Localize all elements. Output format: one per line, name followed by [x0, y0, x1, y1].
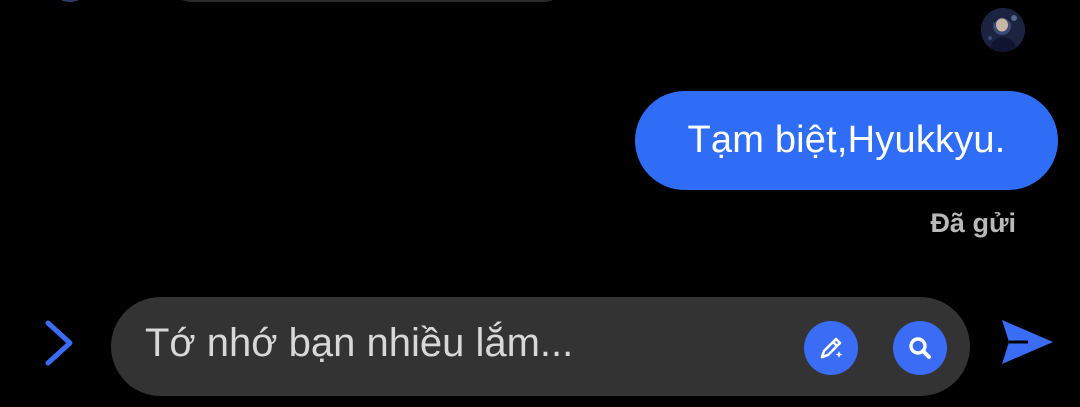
chevron-right-icon: [45, 320, 73, 366]
send-button[interactable]: [998, 314, 1056, 370]
previous-contact-avatar-edge: [58, 0, 82, 2]
previous-incoming-bubble-edge: [170, 0, 565, 2]
message-status: Đã gửi: [930, 208, 1016, 238]
outgoing-message-text: Tạm biệt,Hyukkyu.: [687, 119, 1006, 161]
avatar[interactable]: [981, 8, 1025, 52]
outgoing-message-bubble[interactable]: Tạm biệt,Hyukkyu.: [635, 91, 1058, 190]
chat-screen: Tạm biệt,Hyukkyu. Đã gửi Tớ nhớ bạn nhiề…: [0, 0, 1080, 407]
send-icon: [1002, 320, 1053, 364]
message-input[interactable]: Tớ nhớ bạn nhiều lắm...: [145, 321, 573, 366]
magic-pen-icon: [820, 337, 843, 359]
search-icon: [909, 337, 931, 359]
magic-pen-button[interactable]: [804, 321, 858, 375]
expand-options-button[interactable]: [40, 318, 80, 368]
avatar-image: [981, 8, 1025, 52]
search-button[interactable]: [893, 321, 947, 375]
